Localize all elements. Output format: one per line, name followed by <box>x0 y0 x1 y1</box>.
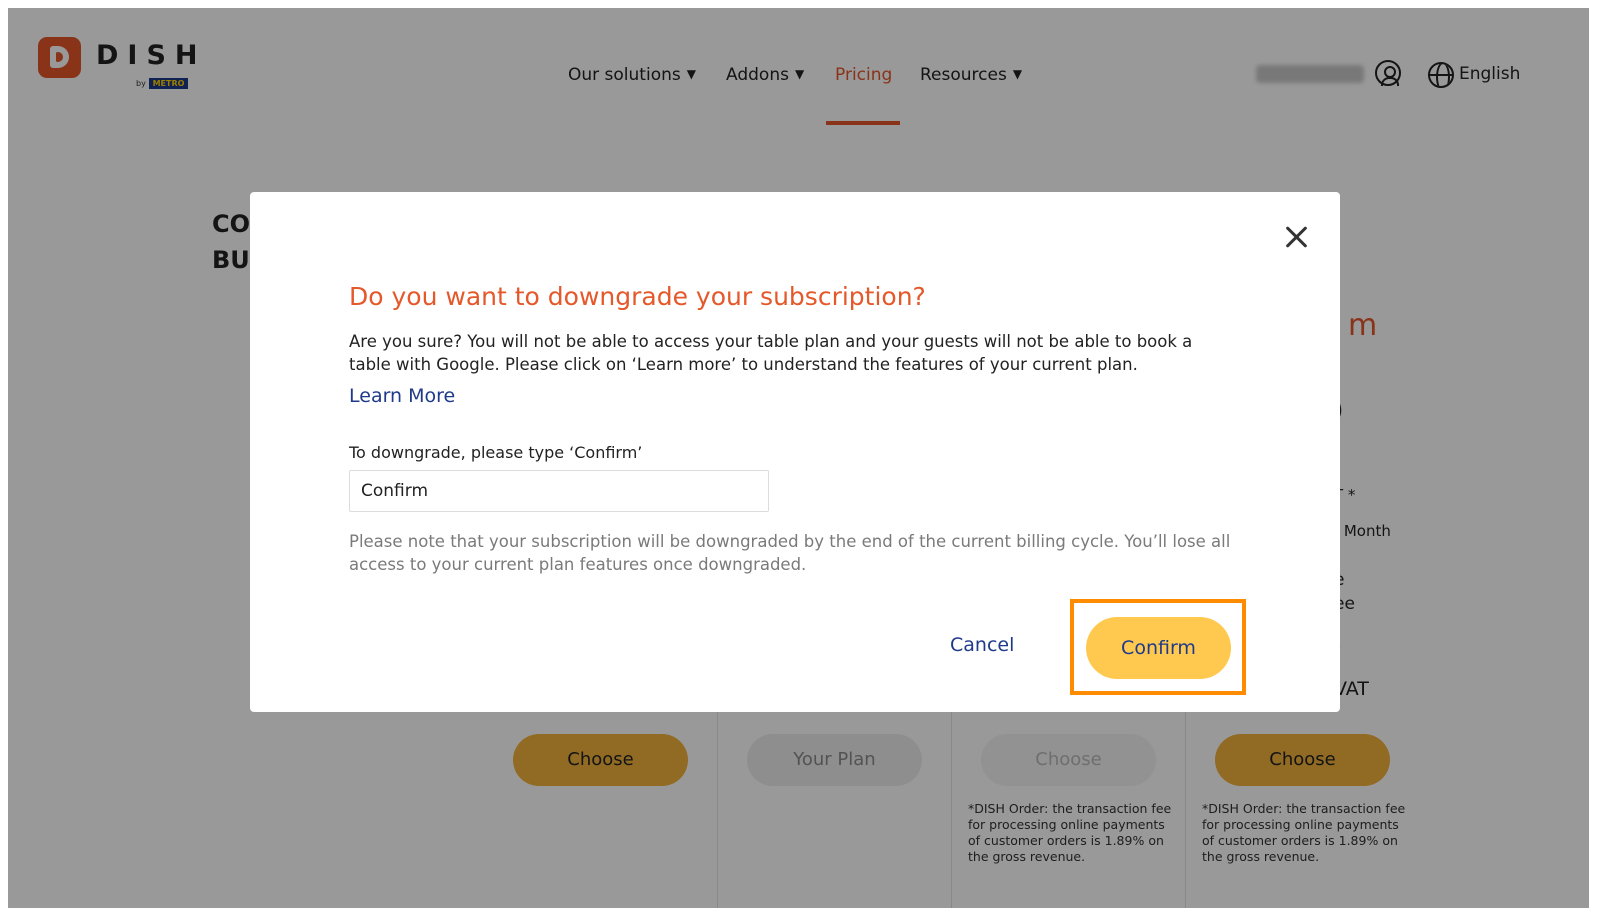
confirm-input[interactable] <box>349 470 769 512</box>
downgrade-dialog: Do you want to downgrade your subscripti… <box>250 192 1340 712</box>
learn-more-link[interactable]: Learn More <box>349 385 455 407</box>
close-icon[interactable] <box>1284 224 1310 250</box>
confirm-input-label: To downgrade, please type ‘Confirm’ <box>349 443 643 462</box>
page: DISH by METRO Our solutions ▼ Addons ▼ Pri… <box>8 8 1589 908</box>
dialog-title: Do you want to downgrade your subscripti… <box>349 282 926 311</box>
confirm-button-highlight <box>1070 599 1246 695</box>
dialog-body: Are you sure? You will not be able to ac… <box>349 332 1193 374</box>
downgrade-note: Please note that your subscription will … <box>349 532 1231 574</box>
cancel-button[interactable]: Cancel <box>950 634 1014 656</box>
